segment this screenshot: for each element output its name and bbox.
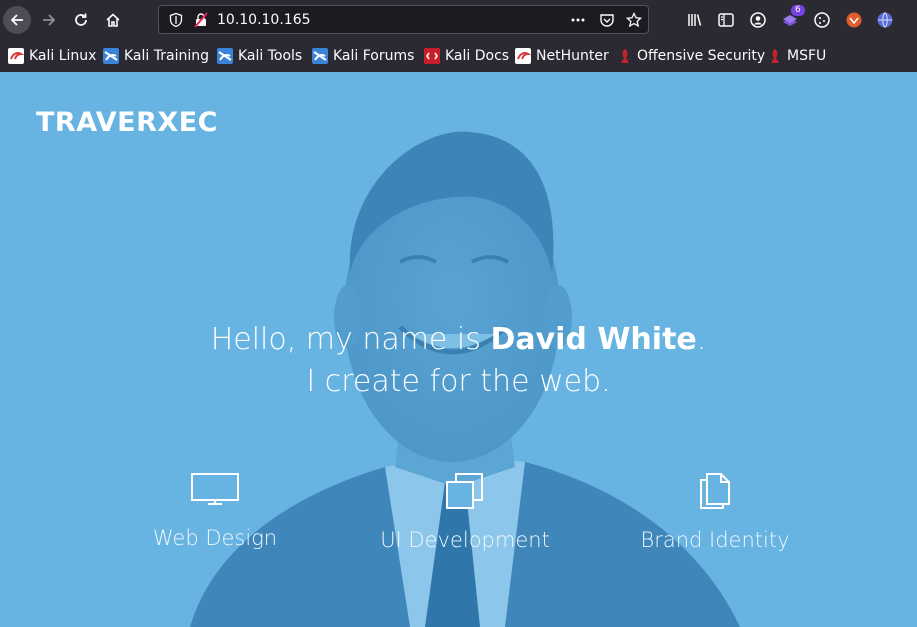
bookmark-label: Offensive Security — [637, 48, 766, 64]
globe-extension-icon[interactable] — [876, 11, 894, 29]
arrow-right-icon — [43, 14, 56, 26]
kali-tools-icon — [217, 48, 233, 64]
bookmark-kali-tools[interactable]: Kali Tools — [217, 47, 302, 65]
browser-toolbar: 10.10.10.165 6 — [0, 0, 917, 40]
forward-button[interactable] — [35, 6, 63, 34]
hero-tagline: I create for the web. — [306, 364, 611, 399]
url-text[interactable]: 10.10.10.165 — [217, 12, 311, 28]
hero-name: David White — [490, 322, 697, 357]
kali-training-icon — [103, 48, 119, 64]
bookmarks-bar: Kali Linux Kali Training Kali Tools Kali… — [0, 40, 917, 73]
bookmark-label: Kali Forums — [333, 48, 415, 64]
service-brand-identity: Brand Identity — [590, 472, 840, 552]
bookmark-kali-training[interactable]: Kali Training — [103, 47, 209, 65]
bookmark-nethunter[interactable]: NetHunter — [515, 47, 609, 65]
bookmark-msfu[interactable]: MSFU — [768, 47, 826, 65]
bookmark-label: Kali Tools — [238, 48, 303, 64]
service-web-design: Web Design — [90, 472, 340, 550]
layers-icon — [446, 473, 483, 509]
library-icon[interactable] — [686, 11, 704, 29]
bookmark-label: Kali Linux — [29, 48, 97, 64]
address-bar[interactable]: 10.10.10.165 — [158, 5, 649, 34]
sidebar-icon[interactable] — [717, 11, 735, 29]
bookmark-star-icon[interactable] — [626, 12, 642, 28]
bookmark-label: NetHunter — [536, 48, 609, 64]
bookmark-kali-forums[interactable]: Kali Forums — [312, 47, 414, 65]
service-label: Web Design — [152, 526, 278, 550]
documents-icon — [700, 473, 730, 509]
hero-period: . — [696, 322, 707, 357]
service-label: Brand Identity — [640, 528, 790, 552]
hero-greeting: Hello, my name is David White. — [0, 322, 917, 357]
bookmark-label: Kali Docs — [445, 48, 510, 64]
bookmark-label: MSFU — [787, 48, 827, 64]
site-logo[interactable]: TRAVERXEC — [36, 107, 218, 138]
bookmark-offensive-security[interactable]: Offensive Security — [618, 47, 765, 65]
reload-button[interactable] — [67, 6, 95, 34]
page-actions-icon[interactable] — [570, 12, 586, 28]
home-icon — [106, 13, 120, 27]
account-icon[interactable] — [749, 11, 767, 29]
insecure-lock-icon[interactable] — [193, 12, 209, 28]
hero-greeting-text: Hello, my name is — [210, 322, 491, 357]
page-content: TRAVERXEC Hello, my name is David White.… — [0, 72, 917, 627]
fox-extension-icon[interactable] — [845, 11, 863, 29]
bookmark-label: Kali Training — [124, 48, 209, 64]
kali-docs-icon — [424, 48, 440, 64]
arrow-left-icon — [10, 14, 23, 26]
pocket-icon[interactable] — [599, 12, 615, 28]
bookmark-kali-docs[interactable]: Kali Docs — [424, 47, 509, 65]
service-label: UI Development — [380, 528, 550, 552]
nethunter-icon — [515, 48, 531, 64]
extension-badge: 6 — [791, 5, 805, 16]
msfu-icon — [771, 49, 779, 63]
kali-dragon-icon — [8, 48, 24, 64]
offsec-icon — [621, 49, 629, 63]
monitor-icon — [191, 473, 239, 505]
home-button[interactable] — [99, 6, 127, 34]
back-button[interactable] — [3, 6, 31, 34]
cookie-icon[interactable] — [813, 11, 831, 29]
service-ui-development: UI Development — [340, 472, 590, 552]
kali-forums-icon — [312, 48, 328, 64]
reload-icon — [75, 13, 87, 26]
shield-icon[interactable] — [168, 12, 184, 28]
bookmark-kali-linux[interactable]: Kali Linux — [8, 47, 96, 65]
